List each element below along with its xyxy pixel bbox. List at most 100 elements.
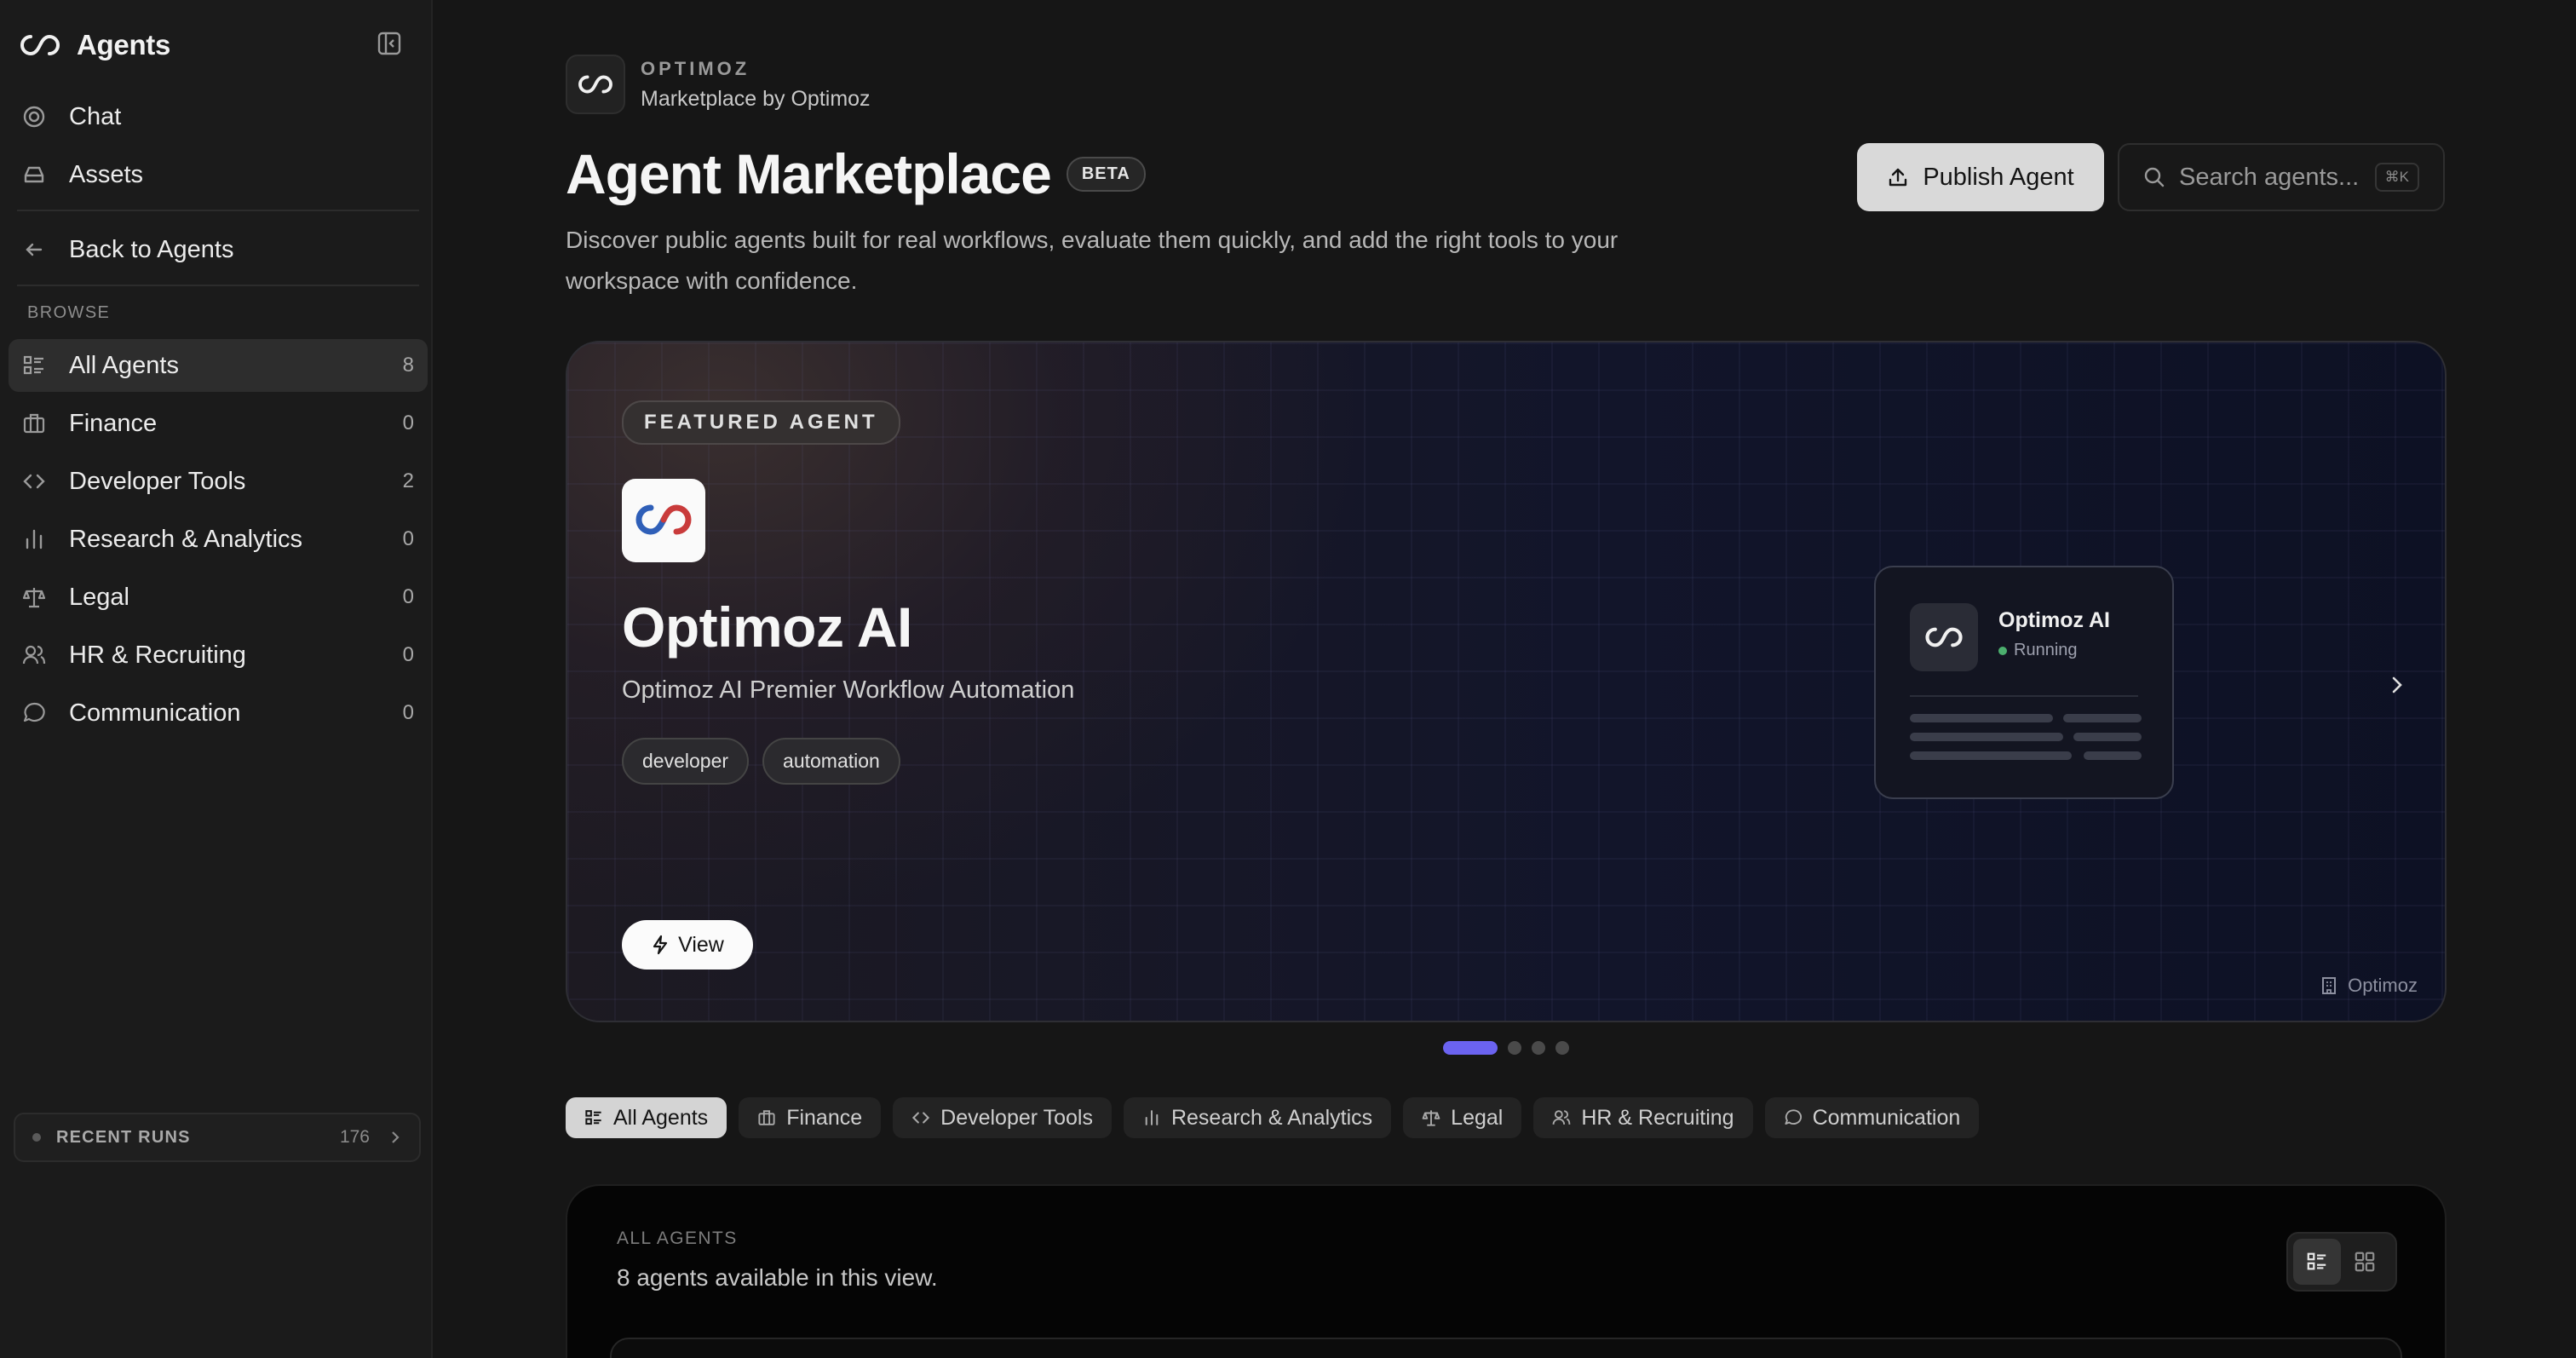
- owner-name: Optimoz: [2348, 975, 2418, 996]
- search-icon: [2143, 166, 2165, 188]
- filter-hr-recruiting[interactable]: HR & Recruiting: [1533, 1097, 1753, 1138]
- title-row: Agent Marketplace BETA: [566, 141, 1146, 206]
- optimoz-logo-icon: [1910, 603, 1978, 671]
- filter-research-analytics[interactable]: Research & Analytics: [1123, 1097, 1392, 1138]
- sidebar-item-label: Communication: [69, 699, 241, 727]
- sidebar-item-label: Legal: [69, 583, 129, 611]
- bolt-icon: [651, 935, 670, 955]
- filter-communication[interactable]: Communication: [1764, 1097, 1980, 1138]
- sidebar-item-finance[interactable]: Finance 0: [9, 397, 428, 450]
- message-icon: [1784, 1108, 1803, 1127]
- optimoz-logo-icon: [20, 28, 61, 62]
- recent-runs-button[interactable]: RECENT RUNS 176: [14, 1113, 421, 1162]
- sidebar-item-developer-tools[interactable]: Developer Tools 2: [9, 455, 428, 508]
- carousel-dot[interactable]: [1532, 1041, 1545, 1055]
- grid-view-button[interactable]: [2341, 1239, 2389, 1285]
- sidebar-item-label: Assets: [69, 160, 144, 188]
- preview-status-label: Running: [2014, 641, 2078, 659]
- view-button[interactable]: View: [622, 920, 753, 970]
- publish-agent-label: Publish Agent: [1923, 163, 2074, 191]
- sidebar: Agents Chat Assets Back to Agents BROWSE: [0, 0, 433, 1358]
- category-count: 0: [402, 527, 414, 550]
- list-view-button[interactable]: [2293, 1239, 2341, 1285]
- sidebar-item-label: HR & Recruiting: [69, 641, 246, 669]
- owner-label: Optimoz: [2320, 975, 2418, 997]
- carousel-dot-active[interactable]: [1443, 1041, 1498, 1055]
- category-count: 0: [402, 701, 414, 724]
- agent-preview-card: Optimoz AI Running: [1874, 566, 2174, 799]
- beta-badge: BETA: [1066, 156, 1146, 192]
- sidebar-item-chat[interactable]: Chat: [9, 90, 428, 143]
- carousel-indicators: [1443, 1041, 1579, 1055]
- sidebar-item-label: Finance: [69, 409, 158, 437]
- page-title: Agent Marketplace: [566, 142, 1052, 205]
- users-icon: [20, 642, 48, 669]
- message-icon: [20, 699, 48, 727]
- list-icon: [584, 1108, 603, 1127]
- carousel-dot[interactable]: [1555, 1041, 1569, 1055]
- sidebar-header: Agents: [20, 26, 405, 65]
- sidebar-item-communication[interactable]: Communication 0: [9, 687, 428, 739]
- tag-developer[interactable]: developer: [622, 738, 750, 785]
- preview-skeleton-line: [1910, 751, 2072, 760]
- category-count: 0: [402, 411, 414, 434]
- filter-finance[interactable]: Finance: [739, 1097, 882, 1138]
- category-count: 8: [402, 354, 414, 377]
- code-icon: [20, 468, 48, 495]
- upload-icon: [1887, 166, 1909, 188]
- featured-agent-subtitle: Optimoz AI Premier Workflow Automation: [622, 676, 1075, 704]
- category-count: 2: [402, 469, 414, 492]
- agents-list-panel: ALL AGENTS 8 agents available in this vi…: [566, 1184, 2447, 1358]
- sidebar-item-all-agents[interactable]: All Agents 8: [9, 339, 428, 392]
- agent-list-item[interactable]: [610, 1338, 2402, 1358]
- featured-agent-card[interactable]: FEATURED AGENT Optimoz AI Optimoz AI Pre…: [566, 341, 2447, 1022]
- sidebar-item-research-analytics[interactable]: Research & Analytics 0: [9, 513, 428, 566]
- featured-agent-name: Optimoz AI: [622, 596, 912, 659]
- view-label: View: [678, 932, 724, 957]
- bar-chart-icon: [1142, 1108, 1161, 1127]
- listing-kicker: ALL AGENTS: [617, 1229, 738, 1248]
- featured-badge: FEATURED AGENT: [622, 400, 900, 445]
- preview-skeleton-line: [2073, 733, 2142, 741]
- category-count: 0: [402, 643, 414, 666]
- carousel-dot[interactable]: [1508, 1041, 1521, 1055]
- users-icon: [1552, 1108, 1571, 1127]
- recent-runs-count: 176: [339, 1127, 370, 1147]
- search-input[interactable]: Search agents... ⌘K: [2118, 143, 2445, 211]
- sidebar-item-assets[interactable]: Assets: [9, 148, 428, 201]
- category-filter-tabs: All Agents Finance Developer Tools Resea…: [566, 1097, 1991, 1138]
- sidebar-item-hr-recruiting[interactable]: HR & Recruiting 0: [9, 629, 428, 682]
- optimoz-ai-logo-icon: [622, 479, 705, 562]
- filter-label: HR & Recruiting: [1581, 1105, 1734, 1130]
- main-content: OPTIMOZ Marketplace by Optimoz Agent Mar…: [434, 0, 2576, 1358]
- code-icon: [911, 1108, 930, 1127]
- filter-label: Communication: [1812, 1105, 1961, 1130]
- publish-agent-button[interactable]: Publish Agent: [1857, 143, 2104, 211]
- carousel-next-button[interactable]: [2383, 671, 2411, 699]
- page-description: Discover public agents built for real wo…: [566, 227, 1619, 294]
- back-to-agents-link[interactable]: Back to Agents: [9, 223, 428, 276]
- listing-subtitle: 8 agents available in this view.: [617, 1264, 938, 1291]
- sidebar-item-legal[interactable]: Legal 0: [9, 571, 428, 624]
- scale-icon: [20, 584, 48, 611]
- collapse-sidebar-icon[interactable]: [377, 31, 405, 60]
- filter-label: Developer Tools: [940, 1105, 1093, 1130]
- recent-runs-label: RECENT RUNS: [56, 1127, 191, 1147]
- filter-developer-tools[interactable]: Developer Tools: [893, 1097, 1112, 1138]
- filter-legal[interactable]: Legal: [1403, 1097, 1522, 1138]
- search-shortcut: ⌘K: [2374, 163, 2419, 192]
- filter-all-agents[interactable]: All Agents: [566, 1097, 727, 1138]
- filter-label: Research & Analytics: [1170, 1105, 1373, 1130]
- brand-kicker: OPTIMOZ: [641, 57, 750, 79]
- preview-skeleton-line: [2084, 751, 2142, 760]
- back-to-agents-label: Back to Agents: [69, 235, 234, 263]
- preview-skeleton-line: [1910, 733, 2063, 741]
- browse-section-label: BROWSE: [27, 303, 111, 322]
- tag-automation[interactable]: automation: [762, 738, 900, 785]
- brand-subtitle: Marketplace by Optimoz: [641, 86, 871, 111]
- sidebar-divider: [17, 210, 419, 211]
- briefcase-icon: [757, 1108, 776, 1127]
- sidebar-divider: [17, 285, 419, 286]
- view-mode-toggle: [2286, 1232, 2397, 1292]
- sidebar-item-label: All Agents: [69, 351, 179, 379]
